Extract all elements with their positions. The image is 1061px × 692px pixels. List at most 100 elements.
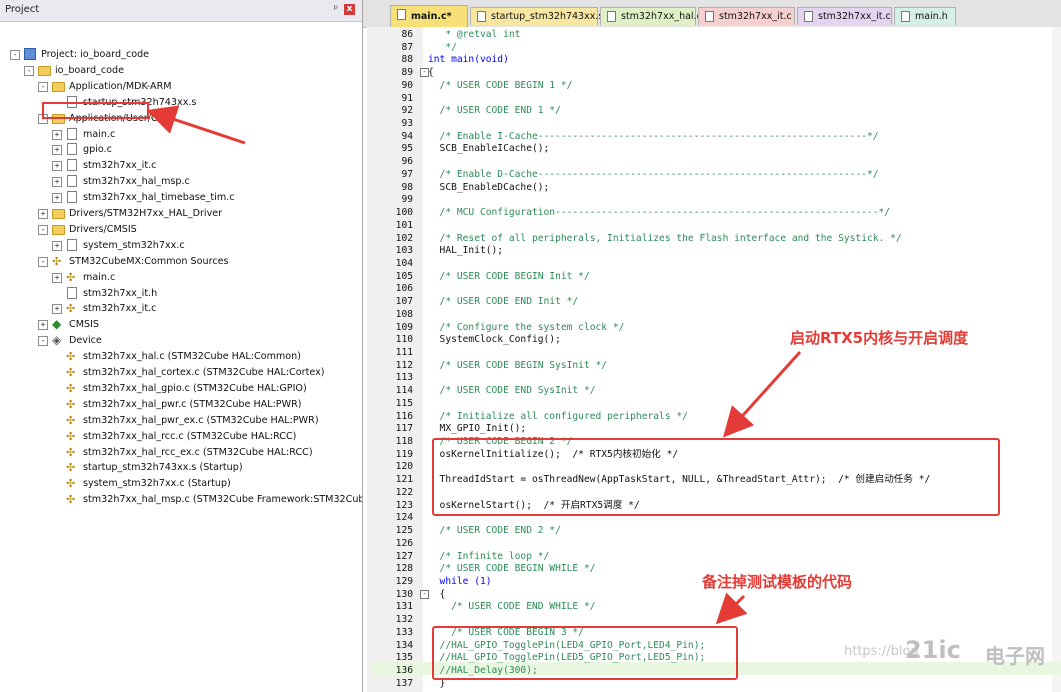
expand-icon[interactable]: + [52, 272, 62, 283]
code-line[interactable]: /* Infinite loop */ [428, 550, 550, 563]
expand-icon[interactable]: + [52, 240, 62, 251]
code-line[interactable]: */ [428, 41, 457, 54]
pin-icon[interactable]: ᵖ [334, 4, 338, 15]
code-line[interactable]: while (1) [428, 575, 492, 588]
expand-icon[interactable]: + [38, 320, 48, 331]
target-folder-icon [38, 64, 51, 77]
tree-item[interactable]: + gpio.c [0, 142, 360, 158]
tab-stm32h7xx-it-c[interactable]: stm32h7xx_it.c [797, 7, 892, 25]
file-icon [804, 11, 813, 22]
file-icon [607, 11, 616, 22]
code-line[interactable]: HAL_Init(); [428, 244, 504, 257]
close-icon[interactable]: x [344, 4, 355, 15]
tree-item[interactable]: ✣ stm32h7xx_hal_msp.c (STM32Cube Framewor… [0, 492, 362, 508]
tree-item[interactable]: - Application/MDK-ARM [0, 79, 360, 95]
tree-item-label: stm32h7xx_hal_cortex.c (STM32Cube HAL:Co… [83, 367, 325, 378]
code-line[interactable]: { [428, 66, 434, 79]
line-number: 105 [395, 270, 413, 282]
code-line[interactable]: SCB_EnableICache(); [428, 142, 550, 155]
tree-item[interactable]: + stm32h7xx_hal_timebase_tim.c [0, 190, 360, 206]
tree-item[interactable]: + ✣ stm32h7xx_it.c [0, 301, 360, 317]
tree-item[interactable]: + ◆ CMSIS [0, 317, 360, 333]
expand-icon[interactable]: + [52, 161, 62, 172]
line-number: 134 [395, 639, 413, 651]
line-number: 95 [401, 143, 413, 155]
expand-icon[interactable]: + [52, 193, 62, 204]
line-number: 92 [401, 105, 413, 117]
collapse-icon[interactable]: - [24, 65, 34, 76]
tree-item[interactable]: - Drivers/CMSIS [0, 222, 360, 238]
tab-main-c-[interactable]: main.c* [390, 5, 468, 27]
project-icon [24, 48, 37, 61]
expand-icon[interactable]: + [52, 304, 62, 315]
code-line[interactable]: { [428, 588, 446, 601]
tree-item[interactable]: ✣ stm32h7xx_hal_cortex.c (STM32Cube HAL:C… [0, 365, 360, 381]
tree-item[interactable]: ✣ startup_stm32h743xx.s (Startup) [0, 460, 360, 476]
expand-icon[interactable]: + [38, 209, 48, 219]
code-line[interactable]: /* USER CODE BEGIN SysInit */ [428, 359, 608, 372]
tree-item[interactable]: ✣ stm32h7xx_hal_rcc.c (STM32Cube HAL:RCC) [0, 429, 360, 445]
tree-item[interactable]: stm32h7xx_it.h [0, 286, 360, 302]
tree-item[interactable]: ✣ stm32h7xx_hal_pwr.c (STM32Cube HAL:PWR) [0, 397, 360, 413]
collapse-icon[interactable]: - [38, 336, 48, 347]
tree-item[interactable]: ✣ stm32h7xx_hal_gpio.c (STM32Cube HAL:GPI… [0, 381, 360, 397]
tree-item-label: Device [69, 335, 102, 347]
line-number: 102 [395, 232, 413, 244]
line-number: 127 [395, 550, 413, 562]
tree-item[interactable]: ✣ stm32h7xx_hal_rcc_ex.c (STM32Cube HAL:R… [0, 445, 360, 461]
tab-stm32h7xx-it-c[interactable]: stm32h7xx_it.c [698, 7, 795, 25]
code-line[interactable]: /* USER CODE BEGIN 1 */ [428, 79, 573, 92]
code-line[interactable]: MX_GPIO_Init(); [428, 422, 527, 435]
code-line[interactable]: int main(void) [428, 53, 509, 66]
code-line[interactable]: SystemClock_Config(); [428, 333, 561, 346]
file-icon [66, 191, 79, 204]
code-line[interactable]: * @retval int [428, 28, 520, 41]
tree-item[interactable]: - io_board_code [0, 63, 360, 79]
tree-item[interactable]: + Drivers/STM32H7xx_HAL_Driver [0, 206, 360, 222]
tree-item[interactable]: + stm32h7xx_hal_msp.c [0, 174, 360, 190]
code-line[interactable]: /* USER CODE BEGIN Init */ [428, 270, 590, 283]
code-line[interactable]: /* Configure the system clock */ [428, 321, 625, 334]
kernel-start-annotation: 启动RTX5内核与开启调度 [790, 329, 969, 347]
code-line[interactable]: /* Enable D-Cache-----------------------… [428, 168, 879, 181]
collapse-icon[interactable]: - [38, 224, 48, 235]
vertical-scrollbar[interactable] [1052, 27, 1061, 692]
tree-item[interactable]: - ◈ Device [0, 333, 360, 349]
code-line[interactable]: /* Initialize all configured peripherals… [428, 410, 688, 423]
code-line[interactable]: /* USER CODE END SysInit */ [428, 384, 596, 397]
tree-item[interactable]: ✣ stm32h7xx_hal.c (STM32Cube HAL:Common) [0, 349, 360, 365]
file-icon [66, 286, 79, 300]
code-line[interactable]: /* USER CODE BEGIN WHILE */ [428, 562, 596, 575]
tree-item[interactable]: + system_stm32h7xx.c [0, 238, 360, 254]
tree-item[interactable]: + ✣ main.c [0, 270, 360, 286]
line-number: 135 [395, 652, 413, 664]
tree-item[interactable]: + stm32h7xx_it.c [0, 158, 360, 174]
code-line[interactable]: /* USER CODE END 1 */ [428, 104, 561, 117]
tree-item[interactable]: - ✣ STM32CubeMX:Common Sources [0, 254, 360, 270]
collapse-icon[interactable]: - [10, 50, 20, 60]
tab-main-h[interactable]: main.h [894, 7, 956, 25]
collapse-icon[interactable]: - [38, 256, 48, 267]
tab-startup-stm32h743xx-s[interactable]: startup_stm32h743xx.s [470, 7, 603, 25]
collapse-icon[interactable]: - [38, 81, 48, 92]
tree-item[interactable]: - Project: io_board_code [0, 47, 360, 63]
tree-item-label: io_board_code [55, 64, 124, 76]
tree-item[interactable]: ✣ system_stm32h7xx.c (Startup) [0, 476, 360, 492]
code-line[interactable]: /* USER CODE END WHILE */ [428, 600, 595, 613]
expand-icon[interactable]: + [52, 145, 62, 156]
tab-stm32h7xx-hal-c[interactable]: stm32h7xx_hal.c [600, 7, 702, 25]
expand-icon[interactable]: + [52, 177, 62, 188]
code-line[interactable]: /* Reset of all peripherals, Initializes… [428, 232, 902, 245]
line-number: 116 [395, 410, 413, 422]
tree-item[interactable]: + main.c [0, 127, 360, 143]
code-line[interactable]: SCB_EnableDCache(); [428, 181, 550, 194]
expand-icon[interactable]: + [52, 129, 62, 140]
code-line[interactable]: /* Enable I-Cache-----------------------… [428, 130, 879, 143]
tree-item[interactable]: ✣ stm32h7xx_hal_pwr_ex.c (STM32Cube HAL:P… [0, 413, 360, 429]
code-line[interactable]: /* MCU Configuration--------------------… [428, 206, 891, 219]
code-line[interactable]: /* USER CODE END Init */ [428, 295, 579, 308]
code-line[interactable]: /* USER CODE END 2 */ [428, 524, 561, 537]
component-icon: ✣ [66, 366, 76, 379]
line-number: 128 [395, 563, 413, 575]
tree-item-label: stm32h7xx_it.h [83, 287, 158, 299]
